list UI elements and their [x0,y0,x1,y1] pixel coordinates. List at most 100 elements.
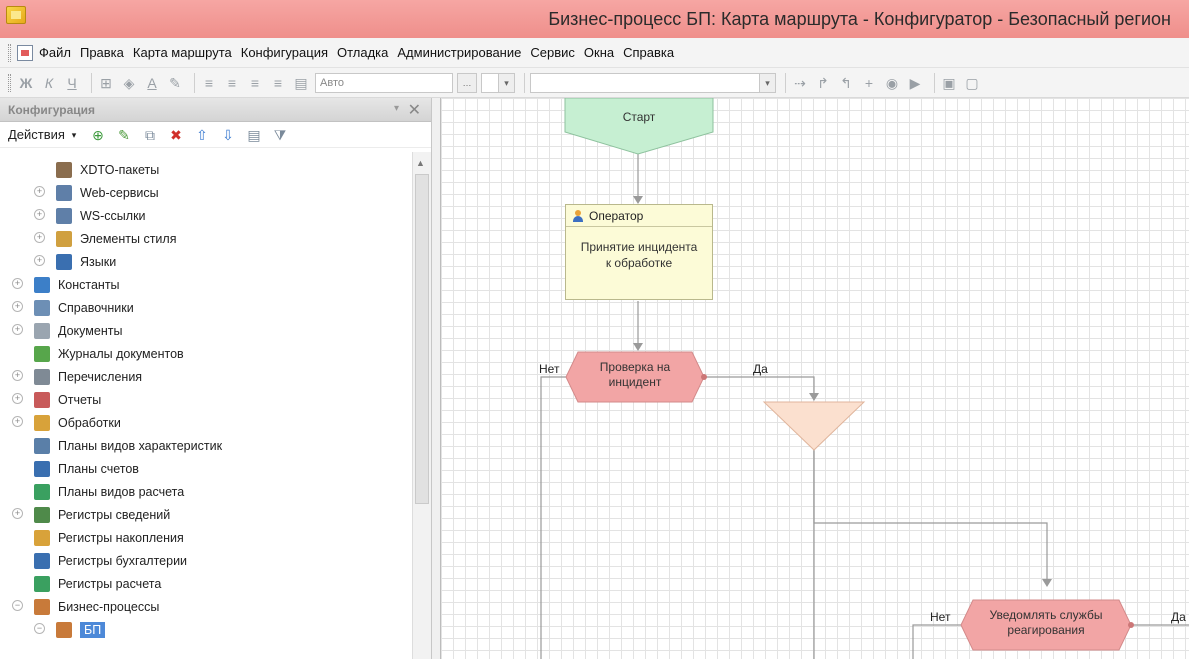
tree-item[interactable]: + Отчеты [12,388,101,411]
tree-item[interactable]: − БП [34,618,106,641]
font-combo[interactable]: Авто [315,72,453,93]
print-icon[interactable]: ▣ [940,74,958,92]
text-combo[interactable]: ▾ [530,72,776,93]
tree-item[interactable]: Планы видов характеристик [34,434,222,457]
tree-item[interactable]: + Обработки [12,411,121,434]
menu-route-map[interactable]: Карта маршрута [133,45,232,60]
operator-task[interactable]: Оператор Принятие инцидента к обработке [565,204,713,300]
style-combo[interactable]: ▾ [481,72,515,93]
fill-color-icon[interactable]: ◈ [120,74,138,92]
tree-item[interactable]: + Регистры сведений [12,503,170,526]
tree-item[interactable]: + WS-ссылки [34,204,146,227]
app-icon[interactable] [6,6,26,24]
tree-item[interactable]: + Языки [34,250,116,273]
tree-item[interactable]: Планы видов расчета [34,480,184,503]
panel-title: Конфигурация [8,103,96,117]
journal-icon [34,345,50,362]
move-down-icon[interactable]: ⇩ [219,126,237,144]
route-add-icon[interactable]: + [860,74,878,92]
expand-icon[interactable]: + [12,370,23,381]
menu-administration[interactable]: Администрирование [397,45,521,60]
tree-item[interactable]: Регистры расчета [34,572,161,595]
toolbar-separator [524,72,525,93]
tree-item[interactable]: + Документы [12,319,122,342]
tree-item[interactable]: + Константы [12,273,120,296]
align-center-icon[interactable]: ≡ [223,74,241,92]
actions-menu-button[interactable]: Действия [8,127,65,142]
document-menu-icon[interactable] [17,44,33,61]
menu-edit[interactable]: Правка [80,45,124,60]
expand-icon[interactable]: + [34,186,45,197]
copy-icon[interactable]: ⧉ [141,126,159,144]
justify-icon[interactable]: ≡ [269,74,287,92]
expand-icon[interactable]: + [34,255,45,266]
route-icon[interactable]: ↱ [814,74,832,92]
expand-icon[interactable]: + [12,508,23,519]
chevron-down-icon[interactable]: ▾ [759,73,775,92]
menu-file[interactable]: Файл [39,45,71,60]
align-right-icon[interactable]: ≡ [246,74,264,92]
underline-icon[interactable]: Ч [63,74,81,92]
border-icon[interactable]: ⊞ [97,74,115,92]
tree-item-label: Справочники [58,300,134,315]
collapse-icon[interactable]: − [34,623,45,634]
menu-grip[interactable] [8,43,11,62]
menu-configuration[interactable]: Конфигурация [241,45,328,60]
bold-icon[interactable]: Ж [17,74,35,92]
close-icon[interactable]: ✕ [408,100,421,120]
tree-item[interactable]: Журналы документов [34,342,184,365]
chevron-down-icon[interactable]: ▾ [498,73,514,92]
tree-item[interactable]: XDTO-пакеты [56,158,159,181]
scroll-up-icon[interactable]: ▲ [416,158,425,168]
tree-item[interactable]: + Элементы стиля [34,227,176,250]
tree-item[interactable]: Регистры накопления [34,526,184,549]
group-icon[interactable]: ◉ [883,74,901,92]
expand-icon[interactable]: + [34,209,45,220]
expand-icon[interactable]: + [12,301,23,312]
expand-icon[interactable]: + [12,324,23,335]
pin-icon[interactable]: ▾ [394,103,399,114]
tree-item[interactable]: Планы счетов [34,457,139,480]
route-split-icon[interactable]: ↰ [837,74,855,92]
highlight-icon[interactable]: ✎ [166,74,184,92]
tree-item[interactable]: + Перечисления [12,365,142,388]
tree-item-label: Планы видов расчета [58,484,185,499]
tree-scrollbar[interactable]: ▲ [412,152,431,659]
delete-icon[interactable]: ✖ [167,126,185,144]
menu-service[interactable]: Сервис [530,45,575,60]
add-icon[interactable]: ⊕ [89,126,107,144]
expand-icon[interactable]: + [34,232,45,243]
menu-debug[interactable]: Отладка [337,45,388,60]
italic-icon[interactable]: К [40,74,58,92]
expand-icon[interactable]: + [12,278,23,289]
filter-icon[interactable]: ⧩ [271,126,289,144]
move-up-icon[interactable]: ⇧ [193,126,211,144]
tree-item[interactable]: + Web-сервисы [34,181,159,204]
connect-icon[interactable]: ⇢ [791,74,809,92]
collapse-icon[interactable]: − [12,600,23,611]
size-combo[interactable]: … [457,72,477,93]
start-node [564,98,714,155]
menu-help[interactable]: Справка [623,45,674,60]
tree-item[interactable]: Регистры бухгалтерии [34,549,187,572]
menu-windows[interactable]: Окна [584,45,614,60]
tree-item[interactable]: − Бизнес-процессы [12,595,159,618]
toolbar-grip[interactable] [8,73,11,92]
export-icon[interactable]: ▶ [906,74,924,92]
preview-icon[interactable]: ▢ [963,74,981,92]
list-icon[interactable]: ▤ [245,126,263,144]
font-color-icon[interactable]: A [143,74,161,92]
page-icon[interactable]: ▤ [292,74,310,92]
scroll-thumb[interactable] [415,174,429,504]
toolbar-separator [194,72,195,93]
expand-icon[interactable]: + [12,393,23,404]
align-left-icon[interactable]: ≡ [200,74,218,92]
expand-icon[interactable]: + [12,416,23,427]
tree-item[interactable]: + Справочники [12,296,134,319]
calculation-plan-icon [34,483,50,500]
tree-item-label: Обработки [58,415,121,430]
edit-icon[interactable]: ✎ [115,126,133,144]
chevron-down-icon[interactable]: ▾ [65,126,83,144]
route-map-canvas[interactable]: Старт Оператор Принятие инцидента к обра… [440,98,1189,659]
language-icon [56,253,72,270]
